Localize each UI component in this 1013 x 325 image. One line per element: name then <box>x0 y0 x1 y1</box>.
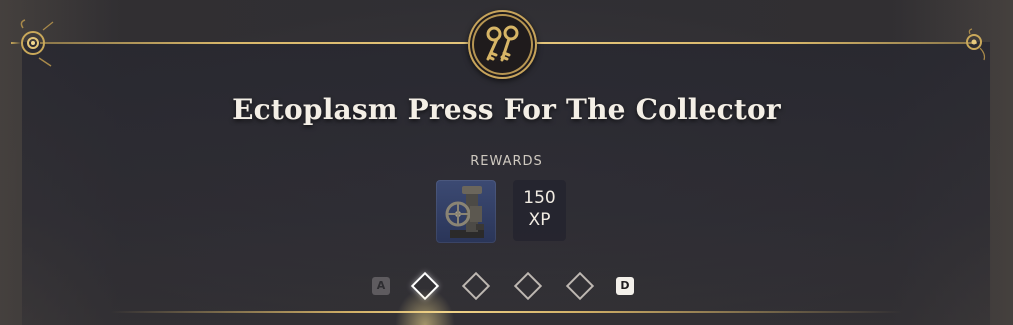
xp-reward: 150 XP <box>513 180 566 241</box>
next-page-key-hint[interactable]: D <box>616 277 634 295</box>
quest-title: Ectoplasm Press For The Collector <box>232 93 781 126</box>
right-ornament-icon <box>966 28 986 61</box>
xp-unit: XP <box>528 210 551 230</box>
quest-emblem <box>468 10 537 79</box>
xp-amount: 150 <box>523 188 556 208</box>
ectoplasm-press-icon <box>445 186 484 238</box>
active-page-glow <box>395 288 455 325</box>
rewards-label: REWARDS <box>470 154 543 169</box>
bottom-gold-frame-line <box>110 311 903 313</box>
quest-panel <box>22 42 990 325</box>
left-ornament-icon <box>11 19 54 67</box>
keys-icon <box>486 25 519 62</box>
reward-item-slot[interactable] <box>436 180 496 243</box>
prev-page-key-hint[interactable]: A <box>372 277 390 295</box>
